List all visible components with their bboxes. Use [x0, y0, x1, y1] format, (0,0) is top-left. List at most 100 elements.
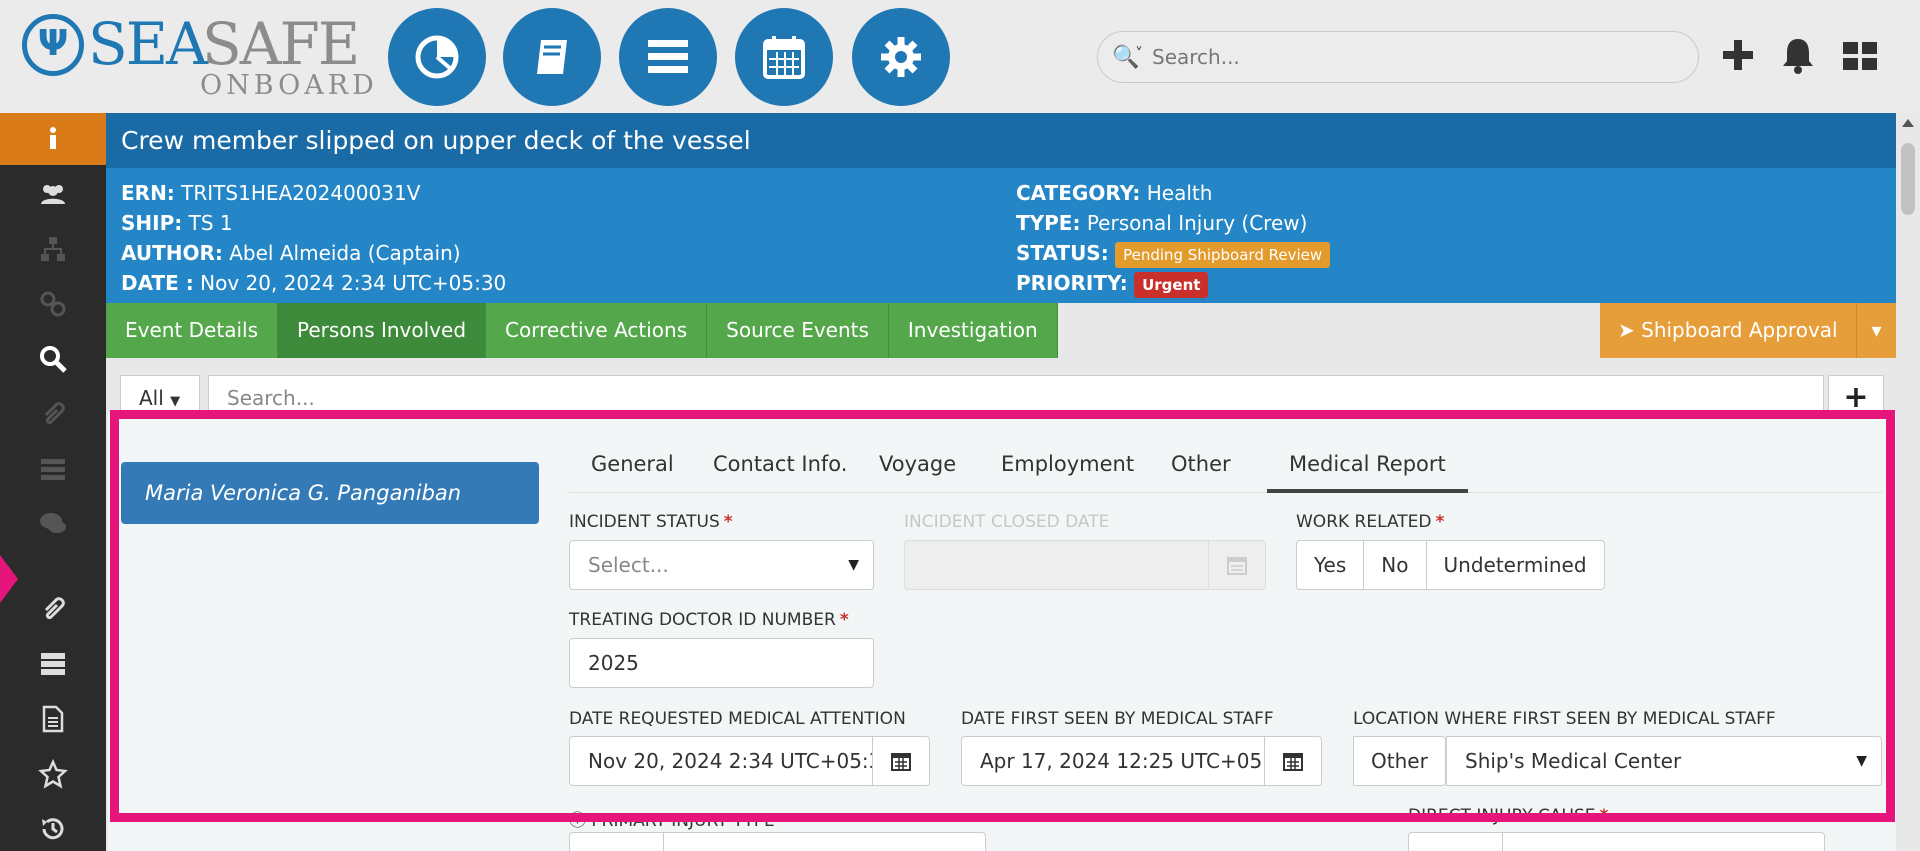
sidebar-item-list[interactable] [0, 443, 106, 495]
direct-injury-prefix[interactable] [1408, 832, 1503, 851]
filter-all-label: All [139, 386, 164, 410]
location-first-seen-label: LOCATION WHERE FIRST SEEN BY MEDICAL STA… [1353, 709, 1776, 729]
date-first-seen-label: DATE FIRST SEEN BY MEDICAL STAFF [961, 709, 1274, 729]
subtab-employment[interactable]: Employment [979, 442, 1156, 493]
work-related-no-button[interactable]: No [1363, 540, 1427, 590]
ern-value: TRITS1HEA202400031V [181, 181, 421, 205]
plus-icon[interactable] [1718, 35, 1758, 75]
location-other-button[interactable]: Other [1353, 736, 1446, 786]
date-first-seen-calendar-button[interactable] [1264, 736, 1322, 786]
logo-subtitle: ONBOARD [200, 70, 378, 101]
caret-down-icon: ▼ [170, 394, 181, 409]
work-related-toggle: Yes No Undetermined [1296, 540, 1605, 590]
direct-injury-cause-label: DIRECT INJURY CAUSE * [1408, 806, 1608, 826]
page-scrollbar[interactable] [1896, 113, 1920, 851]
subtab-other[interactable]: Other [1149, 442, 1253, 493]
primary-injury-type-label: ⓘ PRIMARY INJURY TYPE * [569, 806, 788, 831]
server-icon [41, 653, 65, 675]
subtab-voyage[interactable]: Voyage [857, 442, 978, 493]
global-search-input[interactable] [1152, 42, 1672, 72]
incident-status-label: INCIDENT STATUS * [569, 512, 733, 532]
direct-injury-cause-label-text: DIRECT INJURY CAUSE [1408, 806, 1596, 826]
primary-injury-prefix[interactable] [569, 832, 664, 851]
tab-event-details[interactable]: Event Details [106, 303, 278, 358]
date-first-seen-input[interactable]: Apr 17, 2024 12:25 UTC+05:30 [961, 736, 1267, 786]
chevron-down-icon[interactable]: ˅ [1135, 44, 1143, 63]
star-icon [38, 759, 68, 789]
bell-icon[interactable] [1778, 35, 1818, 75]
logo-word-safe: SAFE [202, 10, 360, 78]
ern-label: ERN: [121, 181, 175, 205]
required-marker: * [778, 811, 788, 831]
incident-closed-date-label: INCIDENT CLOSED DATE [904, 512, 1110, 532]
seasafe-logo[interactable]: Ψ SEA SAFE ONBOARD [20, 10, 374, 100]
status-badge: Pending Shipboard Review [1115, 241, 1331, 268]
settings-nav-button[interactable] [852, 8, 950, 106]
sidebar-item-attachments-disabled[interactable] [0, 388, 106, 440]
subtab-contact-info[interactable]: Contact Info. [691, 442, 869, 493]
work-related-undetermined-button[interactable]: Undetermined [1425, 540, 1605, 590]
sidebar-item-organization[interactable] [0, 223, 106, 275]
shipboard-approval-button[interactable]: ➤ Shipboard Approval ▾ [1600, 303, 1896, 358]
tab-persons-involved[interactable]: Persons Involved [278, 303, 487, 358]
type-value: Personal Injury (Crew) [1086, 211, 1308, 235]
sitemap-icon [41, 237, 65, 261]
calendar-nav-button[interactable] [735, 8, 833, 106]
ship-value: TS 1 [188, 211, 233, 235]
subtab-general[interactable]: General [569, 442, 696, 493]
caret-down-icon: ▼ [1856, 753, 1867, 769]
subtab-medical-report[interactable]: Medical Report [1267, 442, 1468, 493]
hamburger-icon [648, 40, 688, 73]
location-first-seen-group: Other [1353, 736, 1446, 786]
plus-icon: + [1843, 380, 1869, 415]
logo-word-sea: SEA [88, 10, 208, 78]
event-info: ERN: TRITS1HEA202400031V SHIP: TS 1 AUTH… [106, 168, 1896, 303]
tab-investigation[interactable]: Investigation [888, 303, 1058, 358]
dashboard-nav-button[interactable] [388, 8, 486, 106]
ship-label: SHIP: [121, 211, 183, 235]
date-requested-input[interactable]: Nov 20, 2024 2:34 UTC+05:30 [569, 736, 875, 786]
sidebar-item-history[interactable] [0, 803, 106, 851]
gear-icon [881, 37, 921, 77]
top-bar: Ψ SEA SAFE ONBOARD 🔍 ˅ [0, 0, 1920, 113]
sidebar-item-documents[interactable] [0, 693, 106, 745]
direct-injury-cause-select[interactable] [1502, 832, 1825, 851]
global-search[interactable]: 🔍 ˅ [1097, 31, 1699, 83]
person-item[interactable]: Maria Veronica G. Panganiban [121, 462, 539, 524]
scroll-thumb[interactable] [1901, 143, 1915, 215]
date-requested-calendar-button[interactable] [872, 736, 930, 786]
apps-grid-icon[interactable] [1840, 35, 1880, 75]
primary-injury-type-select[interactable] [663, 832, 986, 851]
logbook-nav-button[interactable] [503, 8, 601, 106]
left-sidebar [0, 113, 106, 851]
menu-nav-button[interactable] [619, 8, 717, 106]
work-related-label-text: WORK RELATED [1296, 512, 1432, 532]
scroll-up-arrow[interactable] [1902, 119, 1914, 127]
work-related-yes-button[interactable]: Yes [1296, 540, 1365, 590]
list-icon [41, 459, 65, 480]
sidebar-item-records[interactable] [0, 638, 106, 690]
sidebar-item-favorites[interactable] [0, 748, 106, 800]
tab-source-events[interactable]: Source Events [707, 303, 889, 358]
sidebar-item-persons[interactable] [0, 168, 106, 220]
sidebar-item-info[interactable] [0, 113, 106, 165]
treating-doctor-id-input[interactable]: 2025 [569, 638, 874, 688]
location-first-seen-value: Ship's Medical Center [1465, 749, 1682, 773]
tab-corrective-actions[interactable]: Corrective Actions [486, 303, 708, 358]
incident-status-label-text: INCIDENT STATUS [569, 512, 720, 532]
sidebar-item-links[interactable] [0, 278, 106, 330]
incident-status-placeholder: Select... [588, 553, 669, 577]
treating-doctor-id-label: TREATING DOCTOR ID NUMBER * [569, 610, 849, 630]
history-icon [42, 818, 64, 840]
required-marker: * [1435, 512, 1445, 532]
sidebar-item-comments[interactable] [0, 498, 106, 550]
location-first-seen-select[interactable]: Ship's Medical Center ▼ [1446, 736, 1882, 786]
incident-status-select[interactable]: Select... ▼ [569, 540, 874, 590]
approval-dropdown-toggle[interactable]: ▾ [1856, 303, 1896, 358]
treating-doctor-id-label-text: TREATING DOCTOR ID NUMBER [569, 610, 836, 630]
date-label: DATE : [121, 271, 194, 295]
sidebar-item-search[interactable] [0, 333, 106, 385]
calendar-icon [763, 36, 805, 79]
person-subtabs: General Contact Info. Voyage Employment … [569, 442, 1882, 493]
date-value: Nov 20, 2024 2:34 UTC+05:30 [200, 271, 507, 295]
